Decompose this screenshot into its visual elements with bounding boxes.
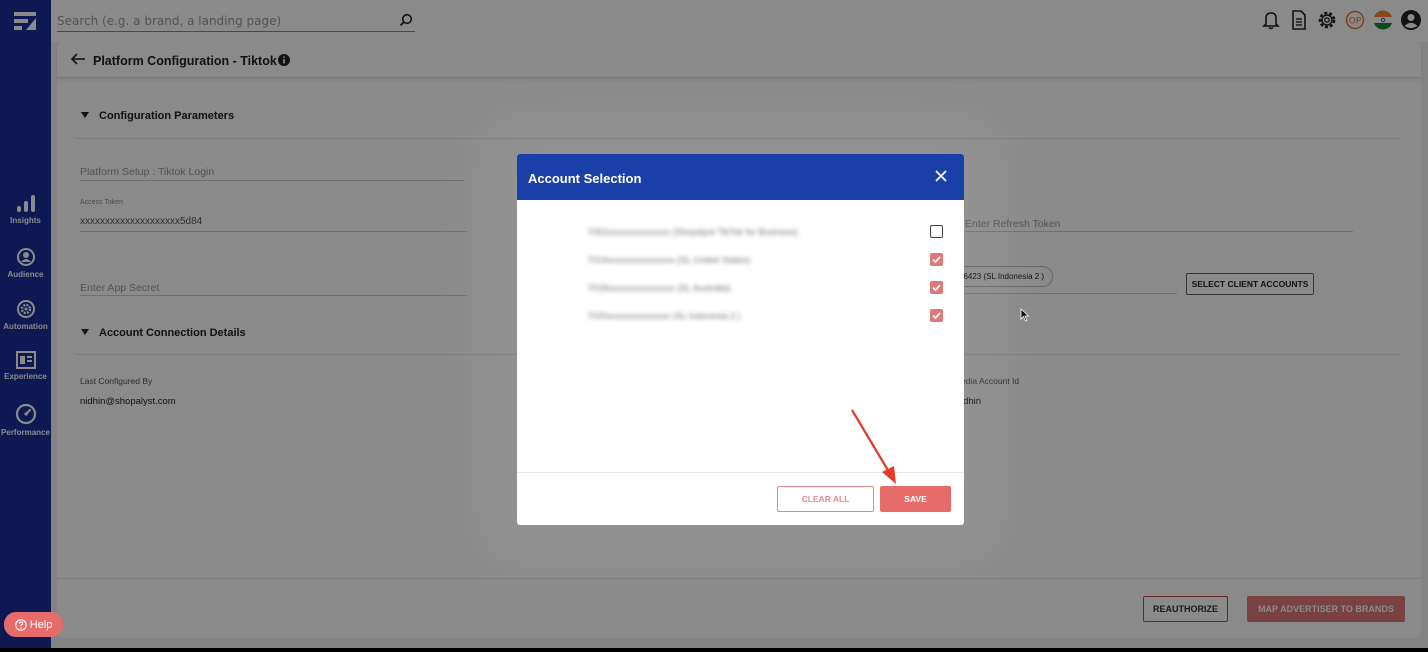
clear-all-button[interactable]: CLEAR ALL [777,486,874,512]
app-window: Insights Audience Automation Experience … [0,0,1428,648]
account-checkbox[interactable] [930,225,943,238]
question-circle-icon [14,618,27,631]
checkmark-icon [932,256,941,264]
account-checkbox[interactable] [930,309,943,322]
checkmark-icon [932,284,941,292]
account-name: 7052xxxxxxxxxxxxxx (Shopalyst TikTok for… [587,227,799,237]
account-name: 7018xxxxxxxxxxxxxxx (SL Australia) [587,283,731,293]
checkmark-icon [932,312,941,320]
account-row[interactable]: 7020xxxxxxxxxxxxxx (SL Indonesia 2 ) [587,308,943,326]
close-icon[interactable] [935,170,947,182]
modal-title: Account Selection [528,171,642,186]
mouse-cursor-icon [1020,308,1030,322]
account-name: 7020xxxxxxxxxxxxxx (SL Indonesia 2 ) [587,311,741,321]
account-name: 7019xxxxxxxxxxxxxxx (SL United States) [587,255,751,265]
account-checkbox[interactable] [930,253,943,266]
modal-header: Account Selection [517,154,964,200]
save-button[interactable]: SAVE [880,486,951,512]
account-checkbox[interactable] [930,281,943,294]
account-row[interactable]: 7052xxxxxxxxxxxxxx (Shopalyst TikTok for… [587,224,943,242]
help-button[interactable]: Help [4,612,63,637]
account-row[interactable]: 7019xxxxxxxxxxxxxxx (SL United States) [587,252,943,270]
annotation-arrow [851,409,896,484]
help-label: Help [29,618,53,631]
account-row[interactable]: 7018xxxxxxxxxxxxxxx (SL Australia) [587,280,943,298]
